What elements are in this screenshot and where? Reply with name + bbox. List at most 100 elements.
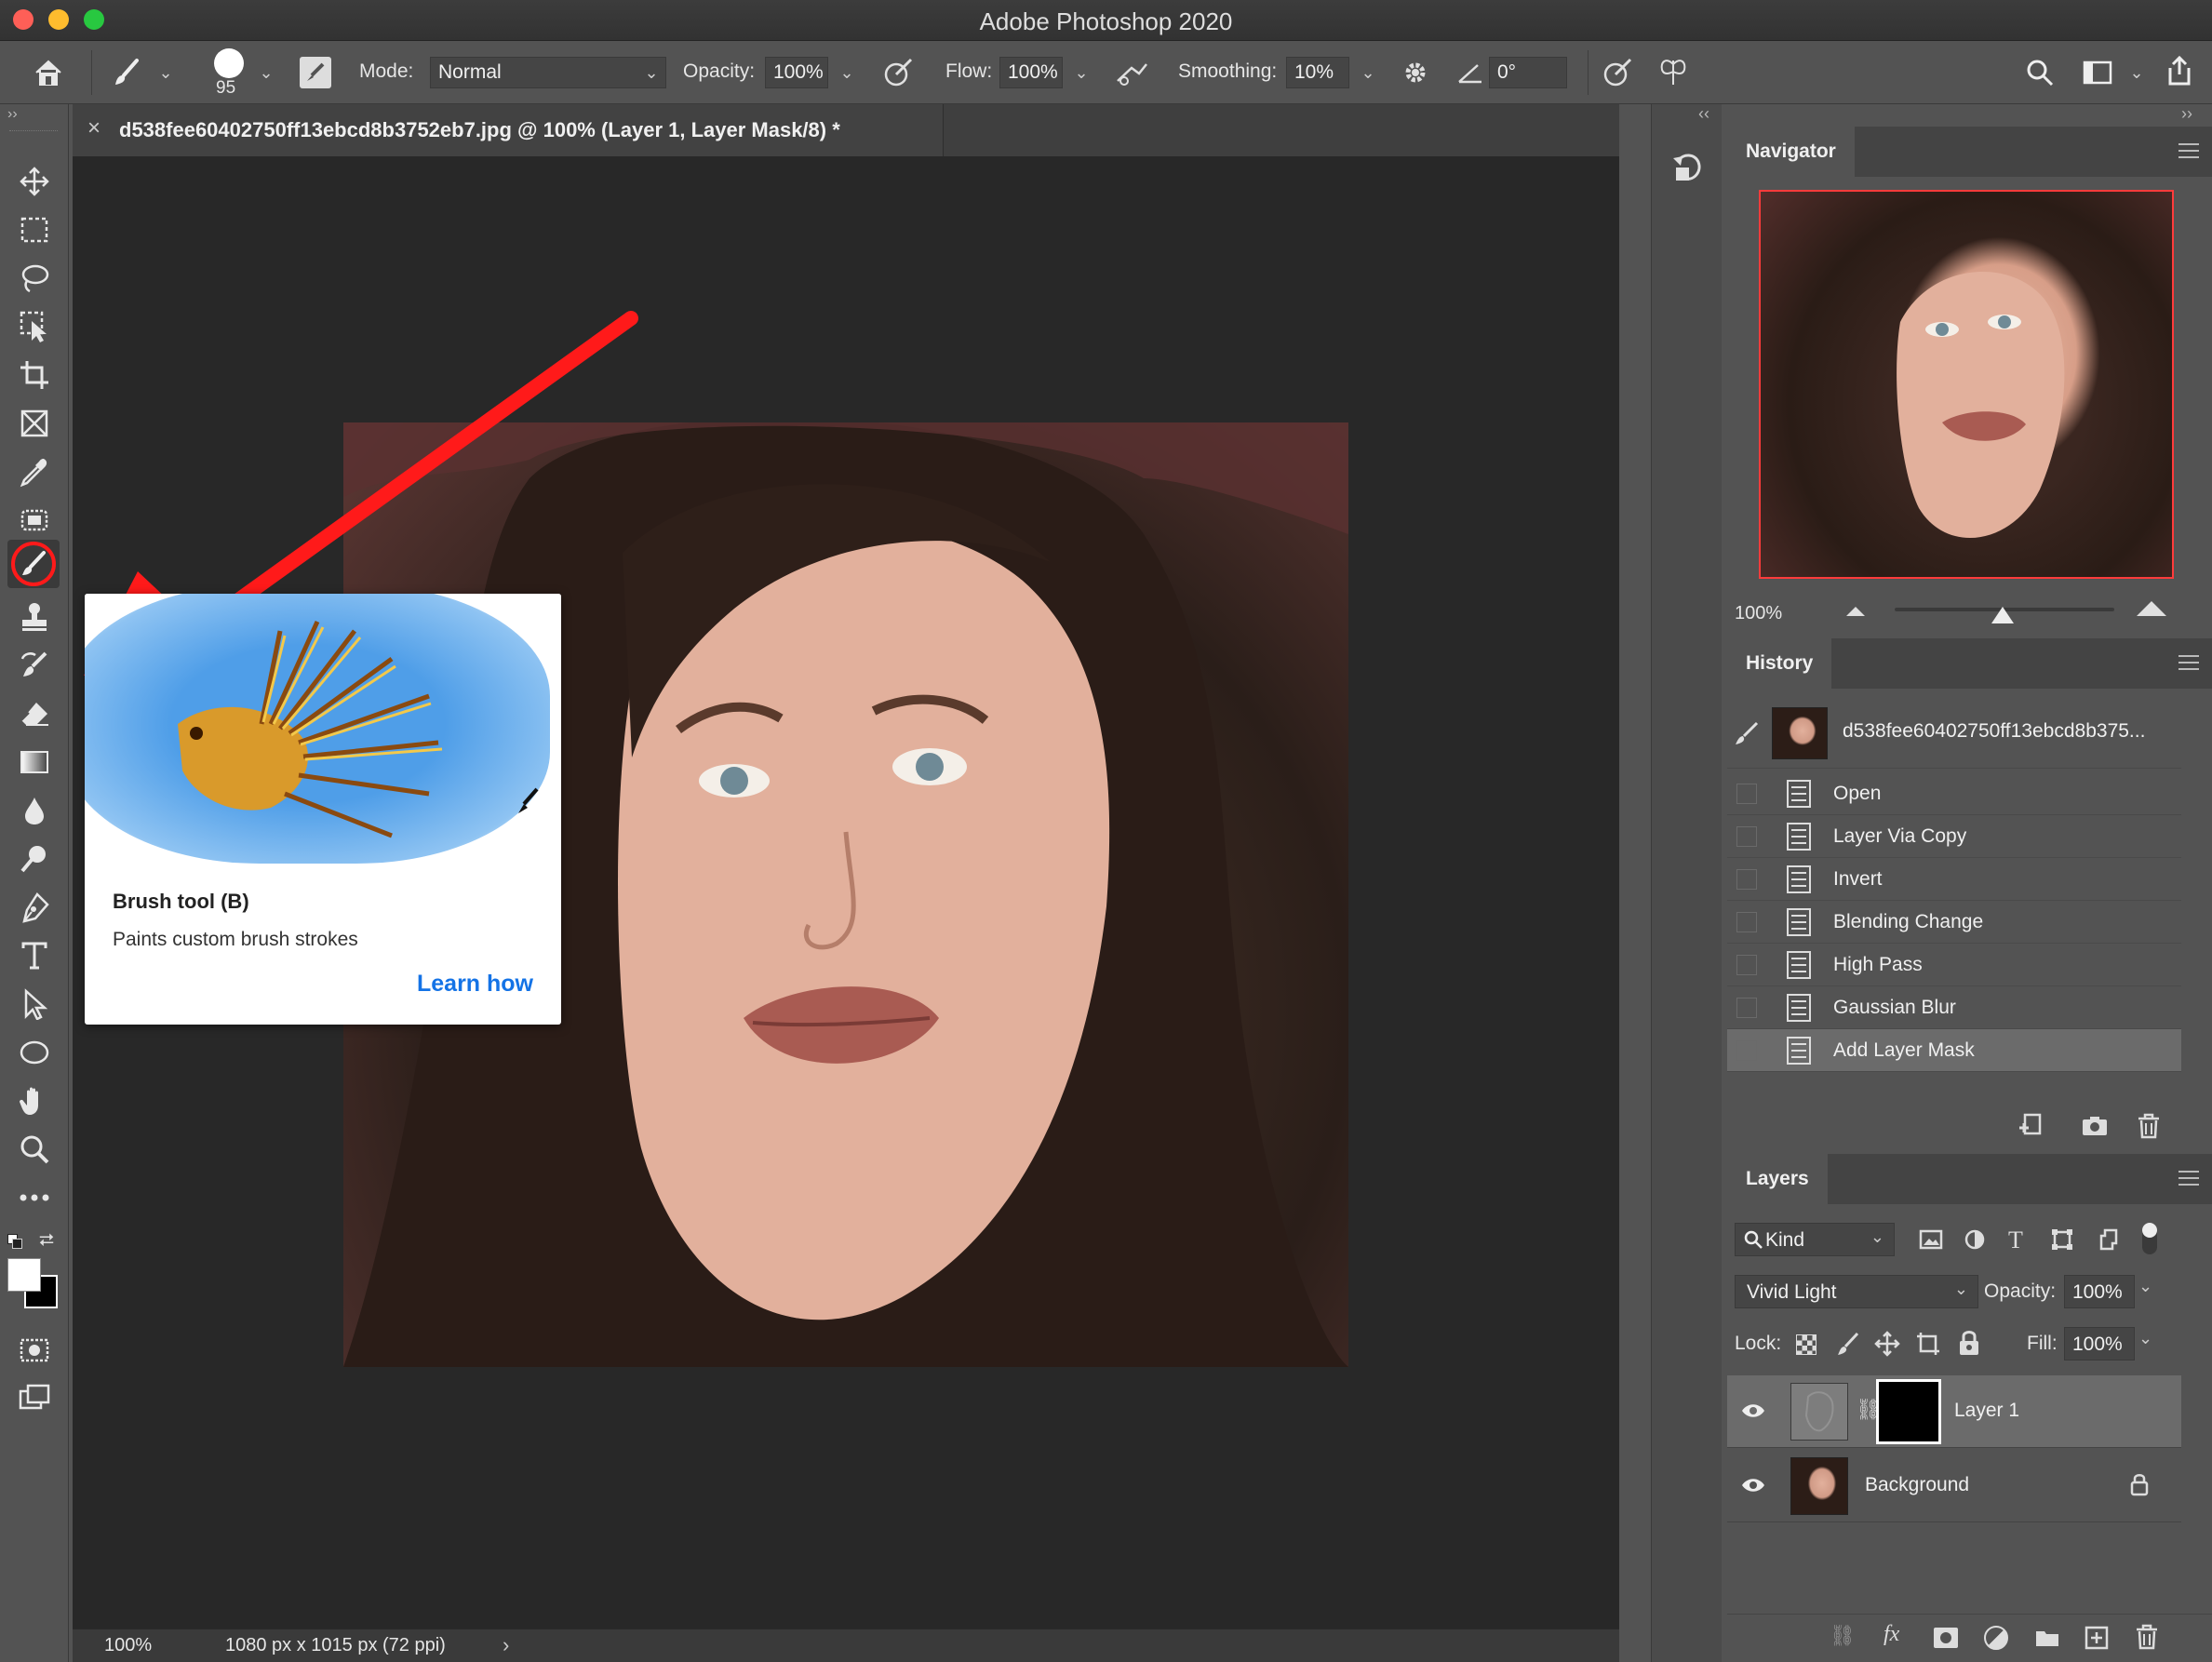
chevron-right-icon[interactable]: › [503, 1633, 509, 1657]
zoom-level[interactable]: 100% [104, 1635, 152, 1656]
chevron-down-icon[interactable]: ⌄ [638, 57, 664, 88]
new-layer-icon[interactable] [2085, 1626, 2109, 1655]
panel-menu-icon[interactable] [2178, 655, 2199, 670]
eyedropper-tool-icon[interactable] [11, 450, 58, 493]
layer-mask-thumbnail[interactable] [1876, 1379, 1941, 1444]
object-select-tool-icon[interactable] [11, 305, 58, 348]
new-group-icon[interactable] [2034, 1628, 2060, 1653]
search-icon[interactable] [2019, 54, 2060, 91]
eye-icon[interactable] [1740, 1401, 1766, 1425]
history-panel-icon[interactable] [1670, 151, 1704, 184]
link-layers-icon[interactable]: ⛓ [1830, 1624, 1856, 1648]
layer-thumbnail[interactable] [1790, 1383, 1848, 1441]
pen-tool-icon[interactable] [11, 886, 58, 929]
layer-row-selected[interactable]: ⛓ Layer 1 [1727, 1375, 2181, 1448]
eye-icon[interactable] [1740, 1476, 1766, 1499]
flow-input[interactable]: 100% [999, 57, 1063, 88]
brush-size-preview[interactable] [208, 45, 249, 82]
spot-healing-tool-icon[interactable] [11, 499, 58, 542]
pressure-opacity-icon[interactable] [878, 54, 918, 91]
layer-name[interactable]: Layer 1 [1954, 1400, 2019, 1422]
zoom-slider-thumb[interactable] [1991, 607, 2014, 623]
brush-settings-icon[interactable] [296, 54, 335, 91]
new-document-from-state-icon[interactable] [2018, 1113, 2045, 1144]
history-brush-source-icon[interactable] [1733, 720, 1761, 751]
gear-icon[interactable] [1396, 54, 1435, 91]
chevron-down-icon[interactable]: ⌄ [1068, 57, 1094, 88]
quick-mask-icon[interactable] [11, 1329, 58, 1372]
airbrush-icon[interactable] [1111, 54, 1152, 91]
layer-row[interactable]: Background [1727, 1450, 2181, 1522]
chevron-down-icon[interactable]: ⌄ [253, 57, 279, 88]
pressure-size-icon[interactable] [1597, 54, 1638, 91]
mode-select[interactable]: Normal [430, 57, 666, 88]
default-colors-icon[interactable] [7, 1234, 22, 1249]
hand-tool-icon[interactable] [11, 1079, 58, 1122]
history-item[interactable]: Open [1727, 772, 2181, 815]
fill-input[interactable]: 100% [2064, 1327, 2135, 1360]
screen-mode-icon[interactable] [11, 1375, 58, 1418]
history-item[interactable]: Layer Via Copy [1727, 815, 2181, 858]
history-snapshot[interactable]: d538fee60402750ff13ebcd8b375... [1727, 696, 2181, 769]
chevron-down-icon[interactable]: ⌄ [1355, 57, 1381, 88]
zoom-in-icon[interactable] [2137, 601, 2166, 616]
chevron-down-icon[interactable]: ⌄ [2138, 1277, 2152, 1296]
history-item-selected[interactable]: Add Layer Mask [1727, 1029, 2181, 1072]
type-tool-icon[interactable] [11, 934, 58, 977]
workspace-icon[interactable] [2077, 54, 2118, 91]
lasso-tool-icon[interactable] [11, 257, 58, 300]
layer-thumbnail[interactable] [1790, 1457, 1848, 1515]
clone-stamp-tool-icon[interactable] [11, 596, 58, 638]
learn-how-link[interactable]: Learn how [417, 971, 533, 998]
chevron-down-icon[interactable]: ⌄ [834, 57, 860, 88]
filter-type-icon[interactable]: T [2008, 1226, 2023, 1254]
layer-name[interactable]: Background [1865, 1474, 1969, 1496]
blur-tool-icon[interactable] [11, 789, 58, 832]
lock-image-icon[interactable] [1835, 1331, 1861, 1361]
swap-colors-icon[interactable]: ⮂ [39, 1230, 54, 1252]
navigator-zoom-value[interactable]: 100% [1735, 603, 1782, 624]
lock-all-icon[interactable] [1958, 1329, 1980, 1361]
history-item[interactable]: High Pass [1727, 944, 2181, 986]
fx-icon[interactable]: fx [1884, 1622, 1899, 1647]
layer-opacity-input[interactable]: 100% [2064, 1275, 2135, 1308]
dodge-tool-icon[interactable] [11, 838, 58, 880]
zoom-tool-icon[interactable] [11, 1128, 58, 1171]
eraser-tool-icon[interactable] [11, 692, 58, 735]
blend-mode-select[interactable]: Vivid Light ⌄ [1735, 1275, 1978, 1308]
history-item[interactable]: Gaussian Blur [1727, 986, 2181, 1029]
path-select-tool-icon[interactable] [11, 983, 58, 1025]
move-tool-icon[interactable] [11, 160, 58, 203]
close-tab-icon[interactable]: × [87, 115, 101, 141]
frame-tool-icon[interactable] [11, 402, 58, 445]
crop-tool-icon[interactable] [11, 354, 58, 396]
collapse-toolbar-icon[interactable]: ›› [7, 106, 18, 123]
foreground-color-swatch[interactable] [7, 1258, 41, 1292]
chevron-down-icon[interactable]: ⌄ [2138, 1329, 2152, 1348]
angle-input[interactable]: 0° [1489, 57, 1567, 88]
tab-history[interactable]: History [1727, 638, 1832, 689]
filter-toggle[interactable] [2142, 1223, 2157, 1254]
navigator-preview[interactable] [1759, 190, 2174, 579]
brush-preset-icon[interactable] [106, 54, 147, 91]
tab-layers[interactable]: Layers [1727, 1154, 1828, 1204]
marquee-tool-icon[interactable] [11, 208, 58, 251]
document-tab[interactable]: × d538fee60402750ff13ebcd8b3752eb7.jpg @… [73, 104, 944, 156]
tab-navigator[interactable]: Navigator [1727, 127, 1855, 177]
add-mask-icon[interactable] [1934, 1628, 1958, 1648]
filter-adjustment-icon[interactable] [1964, 1228, 1986, 1255]
home-icon[interactable] [28, 54, 69, 91]
chevron-down-icon[interactable]: ⌄ [2124, 57, 2150, 88]
panel-menu-icon[interactable] [2178, 143, 2199, 158]
lock-transparent-icon[interactable] [1796, 1334, 1817, 1355]
panel-menu-icon[interactable] [2178, 1171, 2199, 1186]
smoothing-input[interactable]: 10% [1286, 57, 1349, 88]
chevron-down-icon[interactable]: ⌄ [153, 57, 179, 88]
collapse-panels-icon[interactable]: ‹‹ [1698, 104, 1709, 124]
history-brush-tool-icon[interactable] [11, 644, 58, 687]
filter-smart-object-icon[interactable] [2098, 1228, 2120, 1255]
lock-position-icon[interactable] [1874, 1331, 1900, 1361]
collapse-right-icon[interactable]: ›› [2181, 104, 2192, 124]
history-item[interactable]: Blending Change [1727, 901, 2181, 944]
filter-shape-icon[interactable] [2051, 1228, 2073, 1255]
